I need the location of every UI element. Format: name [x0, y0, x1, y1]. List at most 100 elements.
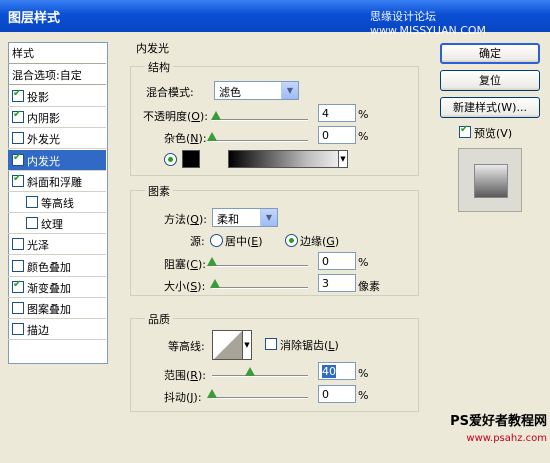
style-item-label: 外发光 [27, 133, 60, 147]
noise-label: 杂色(N): [164, 132, 207, 145]
style-item-label: 图案叠加 [27, 303, 71, 316]
size-label: 大小(S): [164, 280, 206, 293]
size-unit: 像素 [358, 280, 380, 293]
contour-dropdown-icon[interactable]: ▼ [242, 330, 252, 360]
noise-slider-track[interactable] [212, 140, 308, 142]
choke-slider-thumb[interactable] [207, 257, 217, 266]
glow-color-swatch[interactable] [182, 150, 200, 168]
jitter-percent: % [358, 389, 369, 402]
method-select[interactable]: 柔和 ▼ [212, 208, 278, 227]
source-edge-option[interactable]: 边缘(G) [285, 233, 339, 249]
style-checkbox[interactable] [12, 109, 24, 124]
style-checkbox[interactable] [12, 152, 24, 166]
contour-preview[interactable] [212, 330, 244, 360]
reset-button[interactable]: 复位 [440, 70, 540, 91]
preview-checkbox[interactable] [459, 124, 471, 138]
style-item-label: 颜色叠加 [27, 260, 71, 274]
range-slider-thumb[interactable] [245, 367, 256, 376]
structure-title: 结构 [145, 59, 173, 75]
style-item-label: 等高线 [41, 197, 74, 210]
preview-swatch [474, 164, 508, 198]
style-item[interactable]: 斜面和浮雕 [8, 171, 106, 192]
ok-button[interactable]: 确定 [440, 43, 540, 64]
style-checkbox[interactable] [12, 302, 24, 314]
style-checkbox[interactable] [12, 238, 24, 251]
style-checkbox[interactable] [12, 132, 24, 145]
blend-mode-value: 滤色 [219, 86, 241, 99]
panel-title: 内发光 [136, 42, 169, 55]
style-item-label: 光泽 [27, 239, 49, 253]
blend-options-item[interactable]: 混合选项:自定 [8, 64, 106, 85]
gradient-dropdown-icon[interactable]: ▼ [338, 150, 348, 168]
preview-frame [458, 148, 522, 212]
style-item[interactable]: 渐变叠加 [8, 277, 106, 298]
range-value: 40 [322, 365, 336, 378]
noise-input[interactable]: 0 [318, 126, 356, 144]
watermark-text: 思缘设计论坛 www.MISSYUAN.COM [370, 10, 487, 37]
method-label: 方法(Q): [164, 213, 207, 226]
style-item[interactable]: 图案叠加 [8, 298, 106, 319]
opacity-percent: % [358, 108, 369, 121]
style-item[interactable]: 描边 [8, 319, 106, 341]
jitter-slider-track[interactable] [212, 397, 308, 399]
style-item[interactable]: 内发光 [8, 149, 106, 171]
edge-radio[interactable] [285, 234, 298, 247]
size-input[interactable]: 3 [318, 274, 356, 292]
opacity-slider-thumb[interactable] [210, 111, 221, 120]
style-checkbox[interactable] [26, 217, 38, 230]
color-radio[interactable] [164, 153, 177, 166]
choke-slider-track[interactable] [212, 265, 308, 267]
style-checkbox[interactable] [12, 173, 24, 187]
preview-option[interactable]: 预览(V) [459, 124, 512, 141]
style-item-label: 内阴影 [27, 112, 60, 126]
style-item[interactable]: 纹理 [8, 213, 106, 235]
size-slider-thumb[interactable] [209, 279, 220, 288]
noise-slider-thumb[interactable] [207, 132, 217, 141]
style-item[interactable]: 光泽 [8, 234, 106, 256]
title-bar: 图层样式 思缘设计论坛 www.MISSYUAN.COM [0, 0, 550, 37]
jitter-slider-thumb[interactable] [207, 389, 217, 398]
method-value: 柔和 [217, 213, 239, 226]
gradient-swatch[interactable] [228, 150, 340, 168]
style-item-label: 内发光 [27, 154, 60, 168]
brand-watermark: PS爱好者教程网 www.psahz.com [445, 410, 547, 460]
antialias-checkbox[interactable] [265, 338, 277, 350]
range-input[interactable]: 40 [318, 362, 356, 380]
jitter-input[interactable]: 0 [318, 385, 356, 403]
brand-line1: PS爱好者教程网 [450, 414, 547, 429]
style-item[interactable]: 投影 [8, 86, 106, 107]
blend-mode-label: 混合模式: [146, 86, 194, 99]
style-item[interactable]: 颜色叠加 [8, 256, 106, 277]
style-item[interactable]: 外发光 [8, 128, 106, 150]
styles-header[interactable]: 样式 [8, 42, 106, 64]
style-item[interactable]: 等高线 [8, 192, 106, 213]
style-item[interactable]: 内阴影 [8, 107, 106, 129]
choke-label: 阻塞(C): [164, 258, 206, 271]
window-title: 图层样式 [8, 11, 61, 26]
blend-mode-select[interactable]: 滤色 ▼ [214, 81, 299, 100]
opacity-slider-track[interactable] [212, 119, 308, 121]
noise-percent: % [358, 130, 369, 143]
style-item-label: 投影 [27, 91, 49, 104]
choke-input[interactable]: 0 [318, 252, 356, 270]
brand-line2: www.psahz.com [466, 433, 547, 444]
center-radio[interactable] [210, 234, 223, 247]
style-checkbox[interactable] [12, 279, 24, 293]
choke-percent: % [358, 256, 369, 269]
source-center-option[interactable]: 居中(E) [210, 233, 263, 249]
size-slider-track[interactable] [212, 287, 308, 289]
style-checkbox[interactable] [12, 259, 24, 272]
style-checkbox[interactable] [26, 196, 38, 208]
range-label: 范围(R): [164, 369, 206, 382]
opacity-label: 不透明度(O): [143, 110, 208, 123]
style-item-label: 纹理 [41, 218, 63, 232]
style-item-label: 斜面和浮雕 [27, 175, 82, 189]
range-slider-track[interactable] [212, 375, 308, 377]
style-checkbox[interactable] [12, 88, 24, 102]
style-checkbox[interactable] [12, 323, 24, 336]
antialias-option[interactable]: 消除锯齿(L) [265, 337, 339, 353]
new-style-button[interactable]: 新建样式(W)... [440, 97, 540, 118]
opacity-input[interactable]: 4 [318, 104, 356, 122]
range-percent: % [358, 367, 369, 380]
jitter-label: 抖动(J): [164, 391, 202, 404]
